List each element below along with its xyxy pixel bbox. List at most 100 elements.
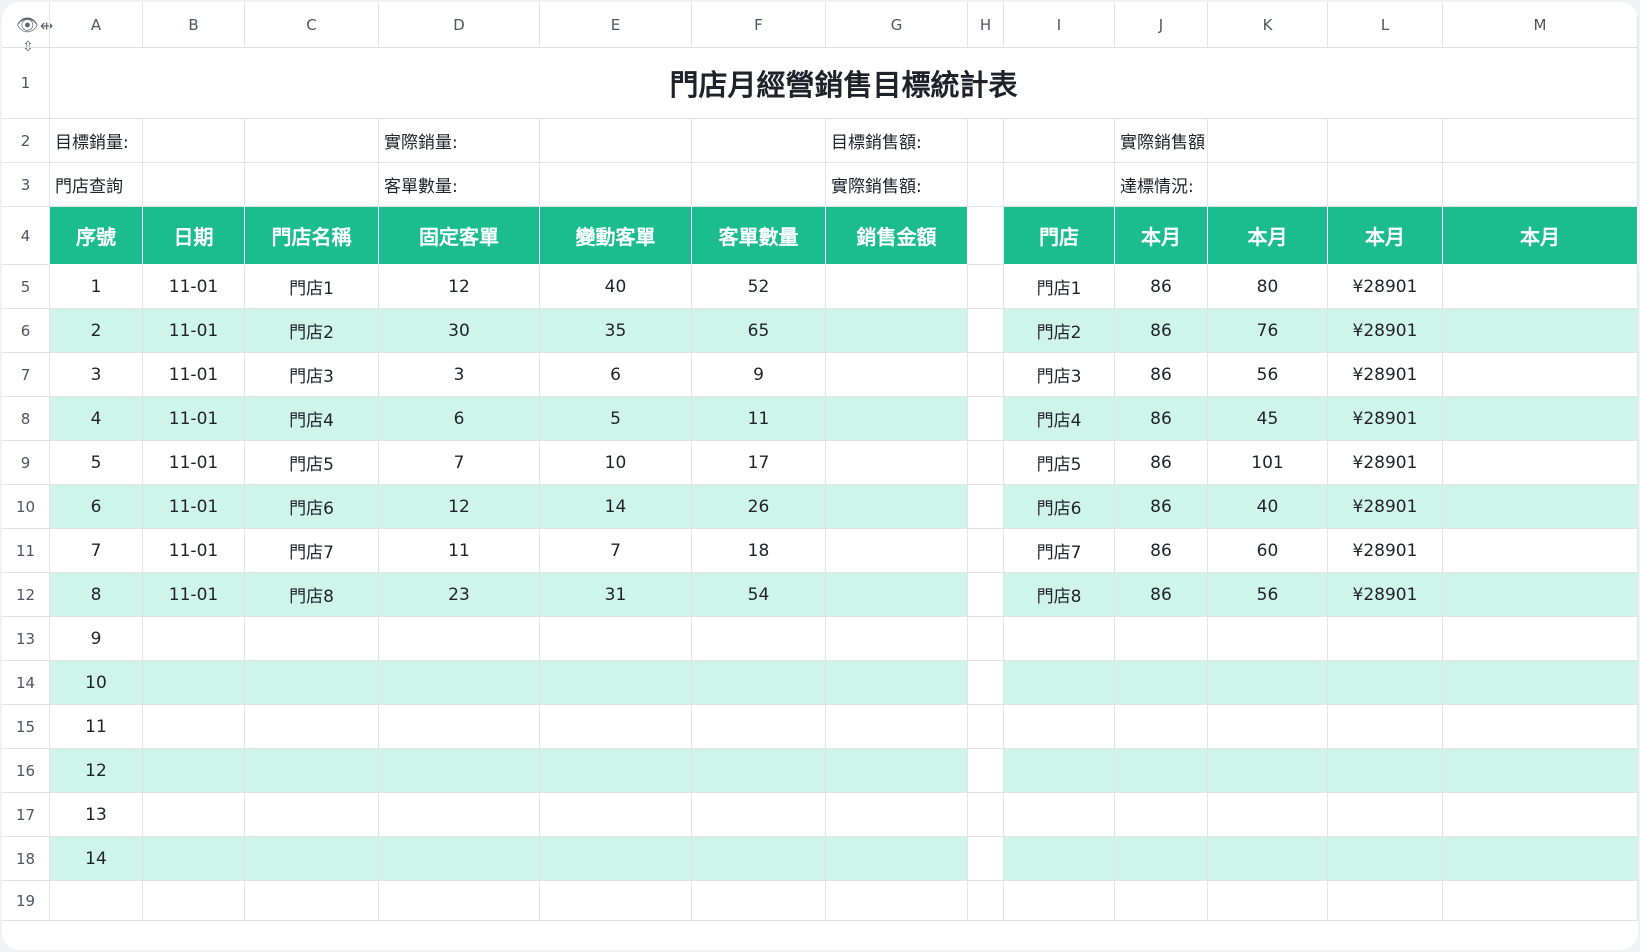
table-cell[interactable] <box>826 353 968 397</box>
table-cell[interactable]: 門店8 <box>1004 573 1115 617</box>
column-header-B[interactable]: B <box>143 2 245 48</box>
table-cell[interactable]: 門店3 <box>245 353 379 397</box>
table-cell[interactable]: 門店1 <box>1004 265 1115 309</box>
table-cell[interactable]: 86 <box>1115 573 1208 617</box>
table-cell[interactable]: 門店7 <box>245 529 379 573</box>
table-cell[interactable]: 8 <box>50 573 143 617</box>
table-cell[interactable]: 101 <box>1208 441 1328 485</box>
table-cell[interactable] <box>826 617 968 661</box>
order-count-label[interactable]: 客單數量: <box>379 163 540 207</box>
table-cell[interactable]: ¥28901 <box>1328 441 1443 485</box>
table-cell[interactable] <box>826 529 968 573</box>
table-cell[interactable] <box>1115 661 1208 705</box>
table-cell[interactable] <box>826 705 968 749</box>
row-header-9[interactable]: 9 <box>2 441 50 485</box>
cell[interactable] <box>1208 119 1328 163</box>
cell[interactable] <box>1208 881 1328 921</box>
cell[interactable] <box>968 441 1004 485</box>
row-header-11[interactable]: 11 <box>2 529 50 573</box>
table-cell[interactable]: 86 <box>1115 397 1208 441</box>
table-cell[interactable]: 9 <box>692 353 826 397</box>
table-cell[interactable]: 10 <box>540 441 692 485</box>
table-cell[interactable] <box>1443 617 1638 661</box>
table-cell[interactable] <box>379 705 540 749</box>
table-cell[interactable] <box>1443 705 1638 749</box>
table-cell[interactable]: 1 <box>50 265 143 309</box>
table-cell[interactable]: 12 <box>379 485 540 529</box>
table-cell[interactable]: ¥28901 <box>1328 309 1443 353</box>
table-cell[interactable] <box>1443 793 1638 837</box>
table-cell[interactable]: 門店6 <box>245 485 379 529</box>
cell[interactable] <box>1328 163 1443 207</box>
cell[interactable] <box>245 163 379 207</box>
store-query-label[interactable]: 門店查詢 <box>50 163 143 207</box>
table-cell[interactable]: 門店4 <box>1004 397 1115 441</box>
table-cell[interactable] <box>143 661 245 705</box>
cell[interactable] <box>968 793 1004 837</box>
table-header[interactable]: 本月 <box>1115 207 1208 265</box>
table-header[interactable]: 本月 <box>1208 207 1328 265</box>
cell[interactable] <box>968 661 1004 705</box>
table-cell[interactable] <box>692 705 826 749</box>
cell[interactable] <box>968 353 1004 397</box>
sheet-title[interactable]: 門店月經營銷售目標統計表 <box>50 48 1638 119</box>
cell[interactable] <box>968 163 1004 207</box>
table-cell[interactable]: 23 <box>379 573 540 617</box>
table-cell[interactable]: 門店4 <box>245 397 379 441</box>
table-cell[interactable]: 17 <box>692 441 826 485</box>
table-cell[interactable]: 門店5 <box>1004 441 1115 485</box>
table-cell[interactable]: 7 <box>50 529 143 573</box>
table-cell[interactable] <box>826 309 968 353</box>
table-cell[interactable] <box>1115 837 1208 881</box>
table-cell[interactable]: 10 <box>50 661 143 705</box>
row-header-12[interactable]: 12 <box>2 573 50 617</box>
cell[interactable] <box>1443 163 1638 207</box>
cell[interactable] <box>1004 163 1115 207</box>
table-cell[interactable]: 45 <box>1208 397 1328 441</box>
target-amount-label[interactable]: 目標銷售額: <box>826 119 968 163</box>
table-cell[interactable] <box>1208 837 1328 881</box>
cell[interactable] <box>540 163 692 207</box>
table-cell[interactable]: 門店8 <box>245 573 379 617</box>
cell[interactable] <box>968 397 1004 441</box>
table-cell[interactable] <box>143 749 245 793</box>
cell[interactable] <box>968 881 1004 921</box>
table-cell[interactable]: 門店2 <box>1004 309 1115 353</box>
cell[interactable] <box>968 485 1004 529</box>
table-cell[interactable] <box>1328 793 1443 837</box>
table-cell[interactable]: 80 <box>1208 265 1328 309</box>
table-header[interactable]: 客單數量 <box>692 207 826 265</box>
cell[interactable] <box>540 881 692 921</box>
column-header-A[interactable]: A <box>50 2 143 48</box>
cell[interactable] <box>968 749 1004 793</box>
table-cell[interactable]: 11 <box>692 397 826 441</box>
table-cell[interactable] <box>1443 441 1638 485</box>
table-cell[interactable] <box>692 793 826 837</box>
table-cell[interactable]: 26 <box>692 485 826 529</box>
table-cell[interactable]: ¥28901 <box>1328 573 1443 617</box>
table-cell[interactable] <box>1004 661 1115 705</box>
table-cell[interactable] <box>1443 309 1638 353</box>
table-cell[interactable] <box>1328 705 1443 749</box>
row-header-3[interactable]: 3 <box>2 163 50 207</box>
column-header-J[interactable]: J <box>1115 2 1208 48</box>
row-header-5[interactable]: 5 <box>2 265 50 309</box>
table-cell[interactable] <box>245 617 379 661</box>
table-cell[interactable] <box>1328 837 1443 881</box>
cell[interactable] <box>968 705 1004 749</box>
table-cell[interactable]: 9 <box>50 617 143 661</box>
table-cell[interactable] <box>540 793 692 837</box>
row-header-18[interactable]: 18 <box>2 837 50 881</box>
table-cell[interactable]: 86 <box>1115 265 1208 309</box>
table-header[interactable]: 銷售金額 <box>826 207 968 265</box>
table-cell[interactable] <box>1208 661 1328 705</box>
table-cell[interactable] <box>826 837 968 881</box>
cell[interactable] <box>143 119 245 163</box>
table-cell[interactable] <box>1115 705 1208 749</box>
cell[interactable] <box>1115 881 1208 921</box>
table-cell[interactable]: ¥28901 <box>1328 353 1443 397</box>
table-cell[interactable] <box>826 573 968 617</box>
table-cell[interactable] <box>1208 705 1328 749</box>
cell[interactable] <box>1328 881 1443 921</box>
cell[interactable] <box>245 881 379 921</box>
